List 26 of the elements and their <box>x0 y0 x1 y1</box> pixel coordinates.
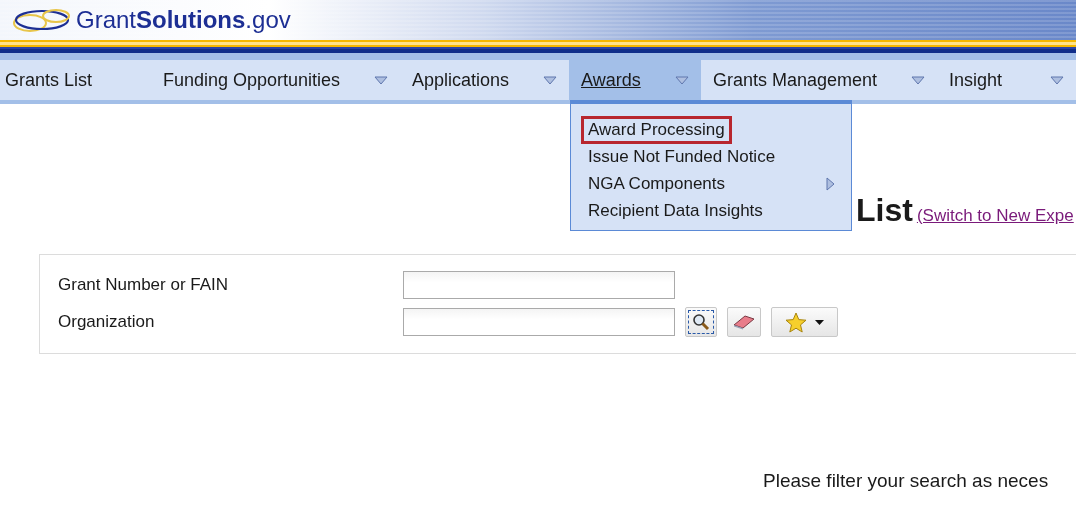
nav-tab[interactable]: Grants List <box>0 60 151 100</box>
page-title: List <box>856 192 913 229</box>
nav-tab[interactable]: Funding Opportunities <box>151 60 400 100</box>
site-logo-text[interactable]: GrantSolutions.gov <box>76 6 291 34</box>
input-field[interactable] <box>403 308 675 336</box>
menu-item[interactable]: NGA Components <box>581 169 732 198</box>
search-button[interactable] <box>685 307 717 337</box>
nav-tab[interactable]: Grants Management <box>701 60 937 100</box>
switch-link[interactable]: (Switch to New Expe <box>916 206 1074 226</box>
caret-icon <box>815 319 824 325</box>
menu-item[interactable]: Award Processing <box>581 115 732 144</box>
nav-tab[interactable]: Insight <box>937 60 1076 100</box>
field-label: Grant Number or FAIN <box>58 275 230 295</box>
nav-tab[interactable]: Awards <box>569 60 701 100</box>
nav-tab[interactable]: Applications <box>400 60 569 100</box>
menu-item[interactable]: Issue Not Funded Notice <box>581 142 783 171</box>
rings-logo-icon <box>10 7 72 33</box>
menu-item[interactable]: Recipient Data Insights <box>581 196 770 225</box>
clear-button[interactable] <box>727 307 761 337</box>
field-label: Organization <box>58 312 156 332</box>
star-icon <box>785 311 807 333</box>
search-icon <box>692 313 710 331</box>
favorites-button[interactable] <box>771 307 838 337</box>
search-hint-text: Please filter your search as neces <box>763 470 1049 491</box>
eraser-icon <box>732 314 756 330</box>
input-field[interactable] <box>403 271 675 299</box>
